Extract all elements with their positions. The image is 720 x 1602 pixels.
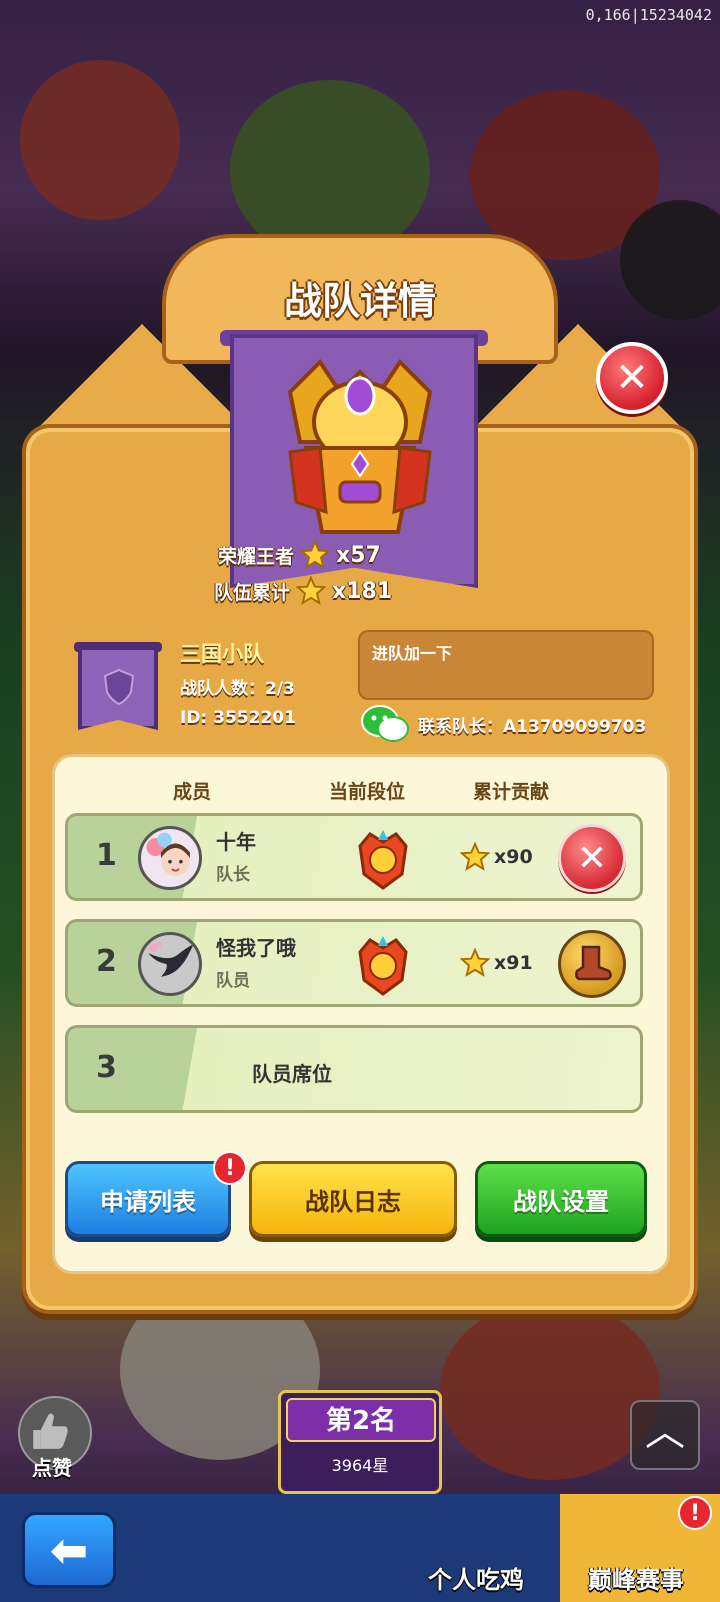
glory-value: x57: [336, 542, 381, 568]
tab-personal[interactable]: 个人吃鸡: [428, 1560, 524, 1595]
team-total-label: 队伍累计: [214, 581, 291, 604]
wechat-icon: [361, 705, 409, 742]
member-role: 队长: [216, 865, 250, 885]
contact-leader: 联系队长：A13709099703: [360, 704, 646, 744]
tab-peak-alert-badge: !: [678, 1496, 712, 1530]
tab-peak[interactable]: 巅峰赛事: [588, 1560, 684, 1595]
member-index: 2: [96, 944, 117, 979]
member-list: 成员 当前段位 累计贡献 1 十年 队长 x90 ✕ 2 怪我了哦 队员 x91…: [52, 754, 670, 1274]
team-id: ID: 3552201: [180, 708, 296, 728]
modal-close-button[interactable]: ✕: [596, 342, 668, 414]
like-label: 点赞: [32, 1456, 72, 1480]
team-member-count: 战队人数：2/3: [180, 679, 295, 699]
dragon-emblem-icon: [287, 358, 433, 534]
apply-list-alert-badge: !: [213, 1151, 247, 1185]
glory-stat: 荣耀王者 x57: [218, 540, 381, 570]
team-total-value: x181: [332, 578, 393, 604]
team-detail-modal: 战队详情 ✕ 荣耀王者 x57 队伍累计 x181 三国小队 战队人数：2/3 …: [22, 234, 698, 1314]
team-notice: 进队加一下: [358, 630, 654, 700]
modal-title: 战队详情: [283, 279, 436, 323]
empty-member-slot[interactable]: 3 队员席位: [65, 1025, 643, 1113]
contribution-value: x90: [494, 846, 533, 868]
shield-icon: [103, 668, 135, 706]
member-contribution: x91: [460, 948, 533, 978]
chevron-up-icon: ︿: [645, 1409, 685, 1455]
team-log-button[interactable]: 战队日志: [249, 1161, 457, 1237]
back-button[interactable]: ⬅: [22, 1512, 116, 1588]
team-total-stat: 队伍累计 x181: [214, 576, 392, 606]
contact-text[interactable]: 联系队长：A13709099703: [418, 712, 646, 737]
boot-icon: [575, 945, 612, 981]
transfer-leader-button[interactable]: [558, 930, 626, 998]
scroll-up-button[interactable]: ︿: [630, 1400, 700, 1470]
debug-id-text: 0,166|15234042: [585, 6, 712, 24]
member-name: 怪我了哦: [216, 936, 296, 960]
star-icon: [296, 576, 327, 605]
member-index: 1: [96, 838, 117, 873]
empty-slot-label: 队员席位: [252, 1062, 332, 1086]
rank-stars: 3964星: [331, 1456, 389, 1475]
avatar[interactable]: [138, 826, 202, 890]
swallow-avatar-icon: [148, 941, 194, 977]
member-row: 2 怪我了哦 队员 x91: [65, 919, 643, 1007]
star-icon: [460, 948, 490, 977]
apply-list-button[interactable]: 申请列表: [65, 1161, 231, 1237]
star-icon: [300, 540, 331, 569]
member-index: 3: [96, 1050, 117, 1085]
girl-avatar-icon: [146, 832, 190, 877]
member-role: 队员: [216, 971, 250, 991]
rank-badge-icon: [358, 936, 408, 996]
column-contribution: 累计贡献: [473, 781, 550, 803]
close-icon: ✕: [615, 355, 649, 401]
rank-title: 第2名: [286, 1398, 436, 1442]
column-member: 成员: [173, 781, 212, 803]
team-name: 三国小队: [180, 642, 264, 666]
rank-badge-icon: [358, 830, 408, 890]
avatar[interactable]: [138, 932, 202, 996]
member-row: 1 十年 队长 x90 ✕: [65, 813, 643, 901]
glory-label: 荣耀王者: [218, 545, 295, 568]
star-icon: [460, 842, 490, 871]
member-contribution: x90: [460, 842, 533, 872]
remove-member-button[interactable]: ✕: [558, 824, 626, 892]
column-rank: 当前段位: [329, 781, 406, 803]
contribution-value: x91: [494, 952, 533, 974]
team-settings-button[interactable]: 战队设置: [475, 1161, 647, 1237]
arrow-left-icon: ⬅: [49, 1523, 89, 1577]
member-name: 十年: [216, 830, 256, 854]
close-icon: ✕: [576, 837, 608, 879]
